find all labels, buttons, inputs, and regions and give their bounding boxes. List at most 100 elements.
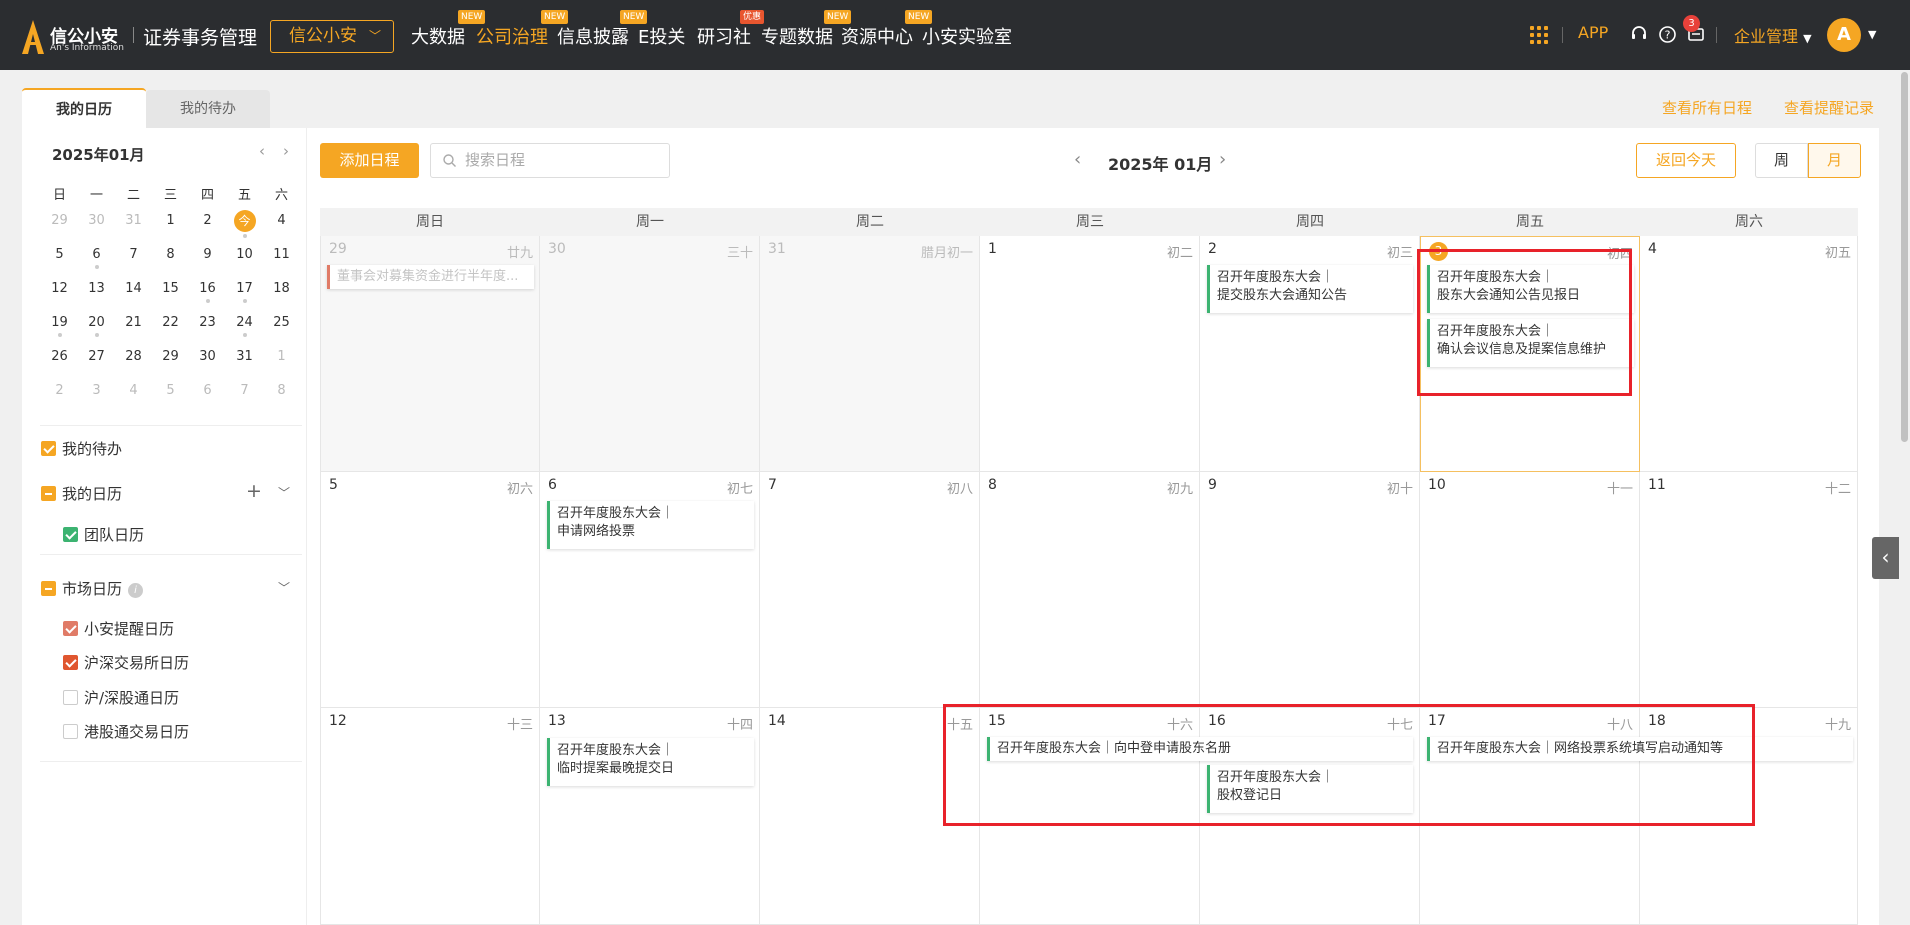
mini-calendar-day[interactable]: 20 (78, 315, 115, 337)
calendar-day-cell[interactable]: 7 初八 (760, 472, 980, 708)
mini-calendar-day[interactable]: 30 (78, 213, 115, 228)
checkbox[interactable] (63, 527, 78, 542)
mini-calendar-day[interactable]: 28 (115, 349, 152, 364)
checkbox[interactable] (63, 655, 78, 670)
mini-calendar-day[interactable]: 24 (226, 315, 263, 337)
mini-calendar-day[interactable]: 13 (78, 281, 115, 296)
calendar-day-cell[interactable]: 5 初六 (320, 472, 540, 708)
calendar-day-cell[interactable]: 14 十五 (760, 708, 980, 925)
calendar-day-cell[interactable]: 10 十一 (1420, 472, 1640, 708)
nav-topic-data[interactable]: 专题数据 (761, 23, 833, 49)
nav-big-data[interactable]: 大数据 (411, 23, 465, 49)
mini-calendar-day[interactable]: 2 (41, 383, 78, 398)
filter-team-calendar[interactable]: 团队日历 (63, 524, 144, 545)
mini-calendar-day[interactable]: 23 (189, 315, 226, 330)
calendar-day-cell[interactable]: 11 十二 (1640, 472, 1858, 708)
mini-calendar-day[interactable]: 11 (263, 247, 300, 262)
nav-lab[interactable]: 小安实验室 (922, 23, 1012, 49)
mini-calendar-day[interactable]: 7 (226, 383, 263, 398)
search-input[interactable]: 搜索日程 (430, 143, 670, 178)
event-item[interactable]: 董事会对募集资金进行半年度... (327, 265, 534, 289)
mini-calendar-day[interactable]: 16 (189, 281, 226, 303)
checkbox[interactable] (41, 581, 56, 596)
product-selector[interactable]: 信公小安 ﹀ (270, 20, 394, 53)
mini-calendar-day[interactable]: 9 (189, 247, 226, 262)
mini-calendar-day[interactable]: 21 (115, 315, 152, 330)
mini-calendar-day[interactable]: 10 (226, 247, 263, 262)
mini-calendar-day[interactable]: 6 (78, 247, 115, 269)
chevron-left-icon[interactable]: ‹ (1872, 537, 1899, 579)
mini-calendar-day[interactable]: 8 (152, 247, 189, 262)
app-download-link[interactable]: APP (1578, 23, 1608, 42)
nav-resource-center[interactable]: 资源中心 (841, 23, 913, 49)
help-icon[interactable]: ? (1659, 26, 1676, 43)
mini-next-month-icon[interactable]: › (283, 142, 289, 160)
mini-calendar-day[interactable]: 18 (263, 281, 300, 296)
filter-stock-connect[interactable]: 沪/深股通日历 (63, 687, 179, 708)
month-view-button[interactable]: 月 (1808, 143, 1861, 178)
mini-calendar-day[interactable]: 31 (115, 213, 152, 228)
checkbox[interactable] (41, 441, 56, 456)
mini-calendar-day[interactable]: 30 (189, 349, 226, 364)
filter-exchange-calendar[interactable]: 沪深交易所日历 (63, 652, 189, 673)
calendar-day-cell[interactable]: 8 初九 (980, 472, 1200, 708)
enterprise-menu[interactable]: 企业管理 ▼ (1734, 23, 1812, 47)
mini-prev-month-icon[interactable]: ‹ (259, 142, 265, 160)
event-item[interactable]: 召开年度股东大会｜ 提交股东大会通知公告 (1207, 265, 1413, 313)
mini-calendar-day[interactable]: 29 (41, 213, 78, 228)
mini-calendar-day[interactable]: 26 (41, 349, 78, 364)
scrollbar[interactable] (1899, 70, 1910, 925)
tab-my-calendar[interactable]: 我的日历 (22, 88, 146, 128)
mini-calendar-day[interactable]: 14 (115, 281, 152, 296)
scrollbar-thumb[interactable] (1901, 72, 1908, 442)
mini-calendar-day[interactable]: 29 (152, 349, 189, 364)
avatar[interactable]: A (1827, 18, 1861, 52)
nav-corporate-governance[interactable]: 公司治理 (476, 23, 548, 49)
checkbox[interactable] (41, 486, 56, 501)
event-item[interactable]: 召开年度股东大会｜ 股东大会通知公告见报日 (1427, 265, 1634, 313)
mini-calendar-day[interactable]: 25 (263, 315, 300, 330)
add-schedule-button[interactable]: 添加日程 (320, 143, 419, 178)
prev-month-icon[interactable]: ‹ (1074, 149, 1081, 170)
mini-calendar-day[interactable]: 4 (115, 383, 152, 398)
mini-calendar-day[interactable]: 31 (226, 349, 263, 364)
checkbox[interactable] (63, 724, 78, 739)
caret-down-icon[interactable]: ▼ (1868, 28, 1876, 41)
mini-calendar-day[interactable]: 4 (263, 213, 300, 228)
checkbox[interactable] (63, 621, 78, 636)
event-item[interactable]: 召开年度股东大会｜网络投票系统填写启动通知等 (1427, 737, 1853, 761)
mini-calendar-day[interactable]: 2 (189, 213, 226, 228)
mini-calendar-day[interactable]: 7 (115, 247, 152, 262)
info-icon[interactable]: i (128, 583, 144, 598)
mini-calendar-day[interactable]: 27 (78, 349, 115, 364)
chevron-down-icon[interactable]: ﹀ (278, 579, 290, 596)
calendar-day-cell[interactable]: 1 初二 (980, 236, 1200, 472)
event-item[interactable]: 召开年度股东大会｜ 临时提案最晚提交日 (547, 738, 754, 786)
tab-my-todo[interactable]: 我的待办 (146, 90, 270, 128)
mini-calendar-day[interactable]: 5 (152, 383, 189, 398)
nav-disclosure[interactable]: 信息披露 (557, 23, 629, 49)
mini-calendar-day[interactable]: 22 (152, 315, 189, 330)
filter-my-todo[interactable]: 我的待办 (41, 438, 122, 459)
mini-calendar-day[interactable]: 6 (189, 383, 226, 398)
checkbox[interactable] (63, 690, 78, 705)
headset-icon[interactable] (1630, 25, 1648, 43)
calendar-day-cell[interactable]: 4 初五 (1640, 236, 1858, 472)
calendar-day-cell[interactable]: 12 十三 (320, 708, 540, 925)
next-month-icon[interactable]: › (1219, 149, 1226, 170)
apps-grid-icon[interactable] (1530, 26, 1548, 44)
filter-market-calendar[interactable]: 市场日历 i (41, 578, 144, 599)
filter-my-calendar[interactable]: 我的日历 (41, 483, 122, 504)
calendar-day-cell[interactable]: 31 腊月初一 (760, 236, 980, 472)
view-all-schedules-link[interactable]: 查看所有日程 (1662, 97, 1752, 118)
view-reminders-link[interactable]: 查看提醒记录 (1784, 97, 1874, 118)
week-view-button[interactable]: 周 (1755, 143, 1808, 178)
filter-xiaoan-reminder[interactable]: 小安提醒日历 (63, 618, 174, 639)
nav-e-investor[interactable]: E投关 (638, 23, 685, 49)
event-item[interactable]: 召开年度股东大会｜ 股权登记日 (1207, 765, 1413, 813)
calendar-day-cell[interactable]: 30 三十 (540, 236, 760, 472)
chevron-down-icon[interactable]: ﹀ (278, 484, 290, 501)
event-item[interactable]: 召开年度股东大会｜向中登申请股东名册 (987, 737, 1413, 761)
filter-hk-connect[interactable]: 港股通交易日历 (63, 721, 189, 742)
mini-calendar-day[interactable]: 1 (152, 213, 189, 228)
